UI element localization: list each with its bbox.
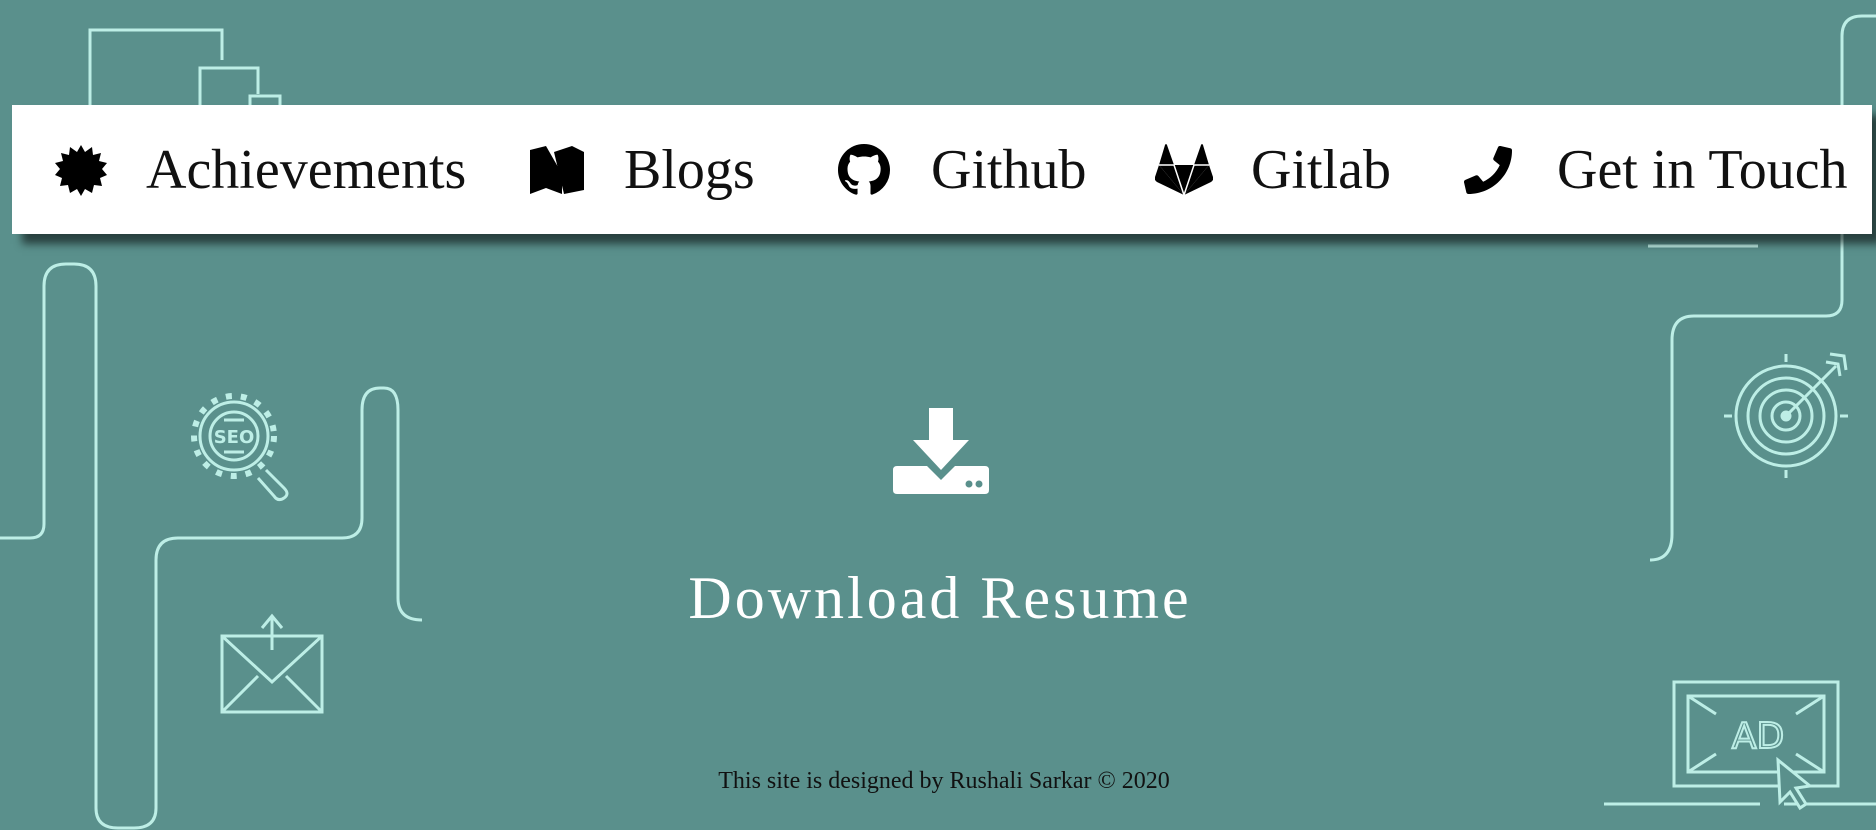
- github-icon: [835, 141, 893, 199]
- nav-label-gitlab: Gitlab: [1251, 138, 1391, 201]
- phone-icon: [1459, 141, 1517, 199]
- nav-label-achievements: Achievements: [146, 138, 467, 201]
- download-resume-label: Download Resume: [688, 565, 1192, 631]
- top-navbar: Achievements Blogs Github Gitlab Get in …: [12, 105, 1872, 234]
- footer-credit: This site is designed by Rushali Sarkar …: [718, 768, 1170, 794]
- target-icon: [1724, 352, 1848, 478]
- right-pipe-line: [1649, 14, 1876, 562]
- gitlab-icon: [1155, 141, 1213, 199]
- seo-gear-icon: SEO: [191, 393, 289, 502]
- window-frames-icon: [88, 28, 282, 110]
- nav-item-blogs[interactable]: Blogs: [528, 105, 755, 234]
- ad-text: AD: [1732, 716, 1784, 757]
- nav-label-blogs: Blogs: [624, 138, 755, 201]
- seo-text: SEO: [214, 427, 255, 448]
- nav-item-gitlab[interactable]: Gitlab: [1155, 105, 1391, 234]
- medium-icon: [528, 141, 586, 199]
- nav-label-get-in-touch: Get in Touch: [1557, 138, 1848, 201]
- download-icon: [893, 408, 989, 494]
- badge-icon: [52, 141, 110, 199]
- nav-item-achievements[interactable]: Achievements: [52, 105, 466, 234]
- nav-item-get-in-touch[interactable]: Get in Touch: [1459, 105, 1848, 234]
- mail-upload-icon: [220, 613, 324, 714]
- nav-item-github[interactable]: Github: [835, 105, 1087, 234]
- nav-label-github: Github: [931, 138, 1087, 201]
- left-pipe-line: [0, 262, 423, 830]
- download-resume-button[interactable]: Download Resume: [660, 400, 1220, 640]
